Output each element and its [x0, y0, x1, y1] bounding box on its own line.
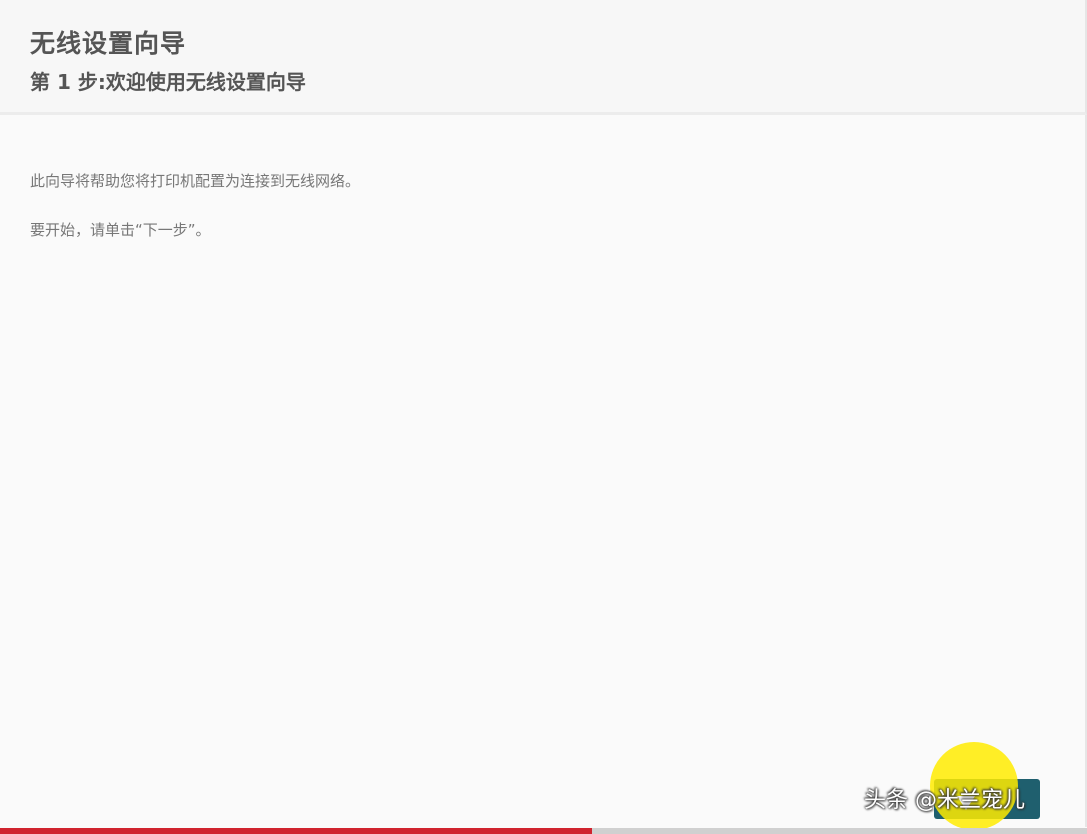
video-progress-fill — [0, 828, 593, 834]
wizard-header: 无线设置向导 第 1 步:欢迎使用无线设置向导 — [0, 0, 1087, 115]
wizard-step-title: 第 1 步:欢迎使用无线设置向导 — [30, 70, 306, 94]
wizard-instruction: 要开始，请单击“下一步”。 — [30, 221, 211, 239]
wizard-description: 此向导将帮助您将打印机配置为连接到无线网络。 — [30, 172, 361, 190]
video-progress-bar[interactable] — [0, 828, 1087, 834]
wizard-window: 无线设置向导 第 1 步:欢迎使用无线设置向导 此向导将帮助您将打印机配置为连接… — [0, 0, 1087, 834]
wizard-content: 此向导将帮助您将打印机配置为连接到无线网络。 要开始，请单击“下一步”。 — [0, 115, 1087, 827]
watermark: 头条 @米兰宠儿 — [864, 788, 1025, 813]
wizard-title: 无线设置向导 — [30, 29, 187, 58]
